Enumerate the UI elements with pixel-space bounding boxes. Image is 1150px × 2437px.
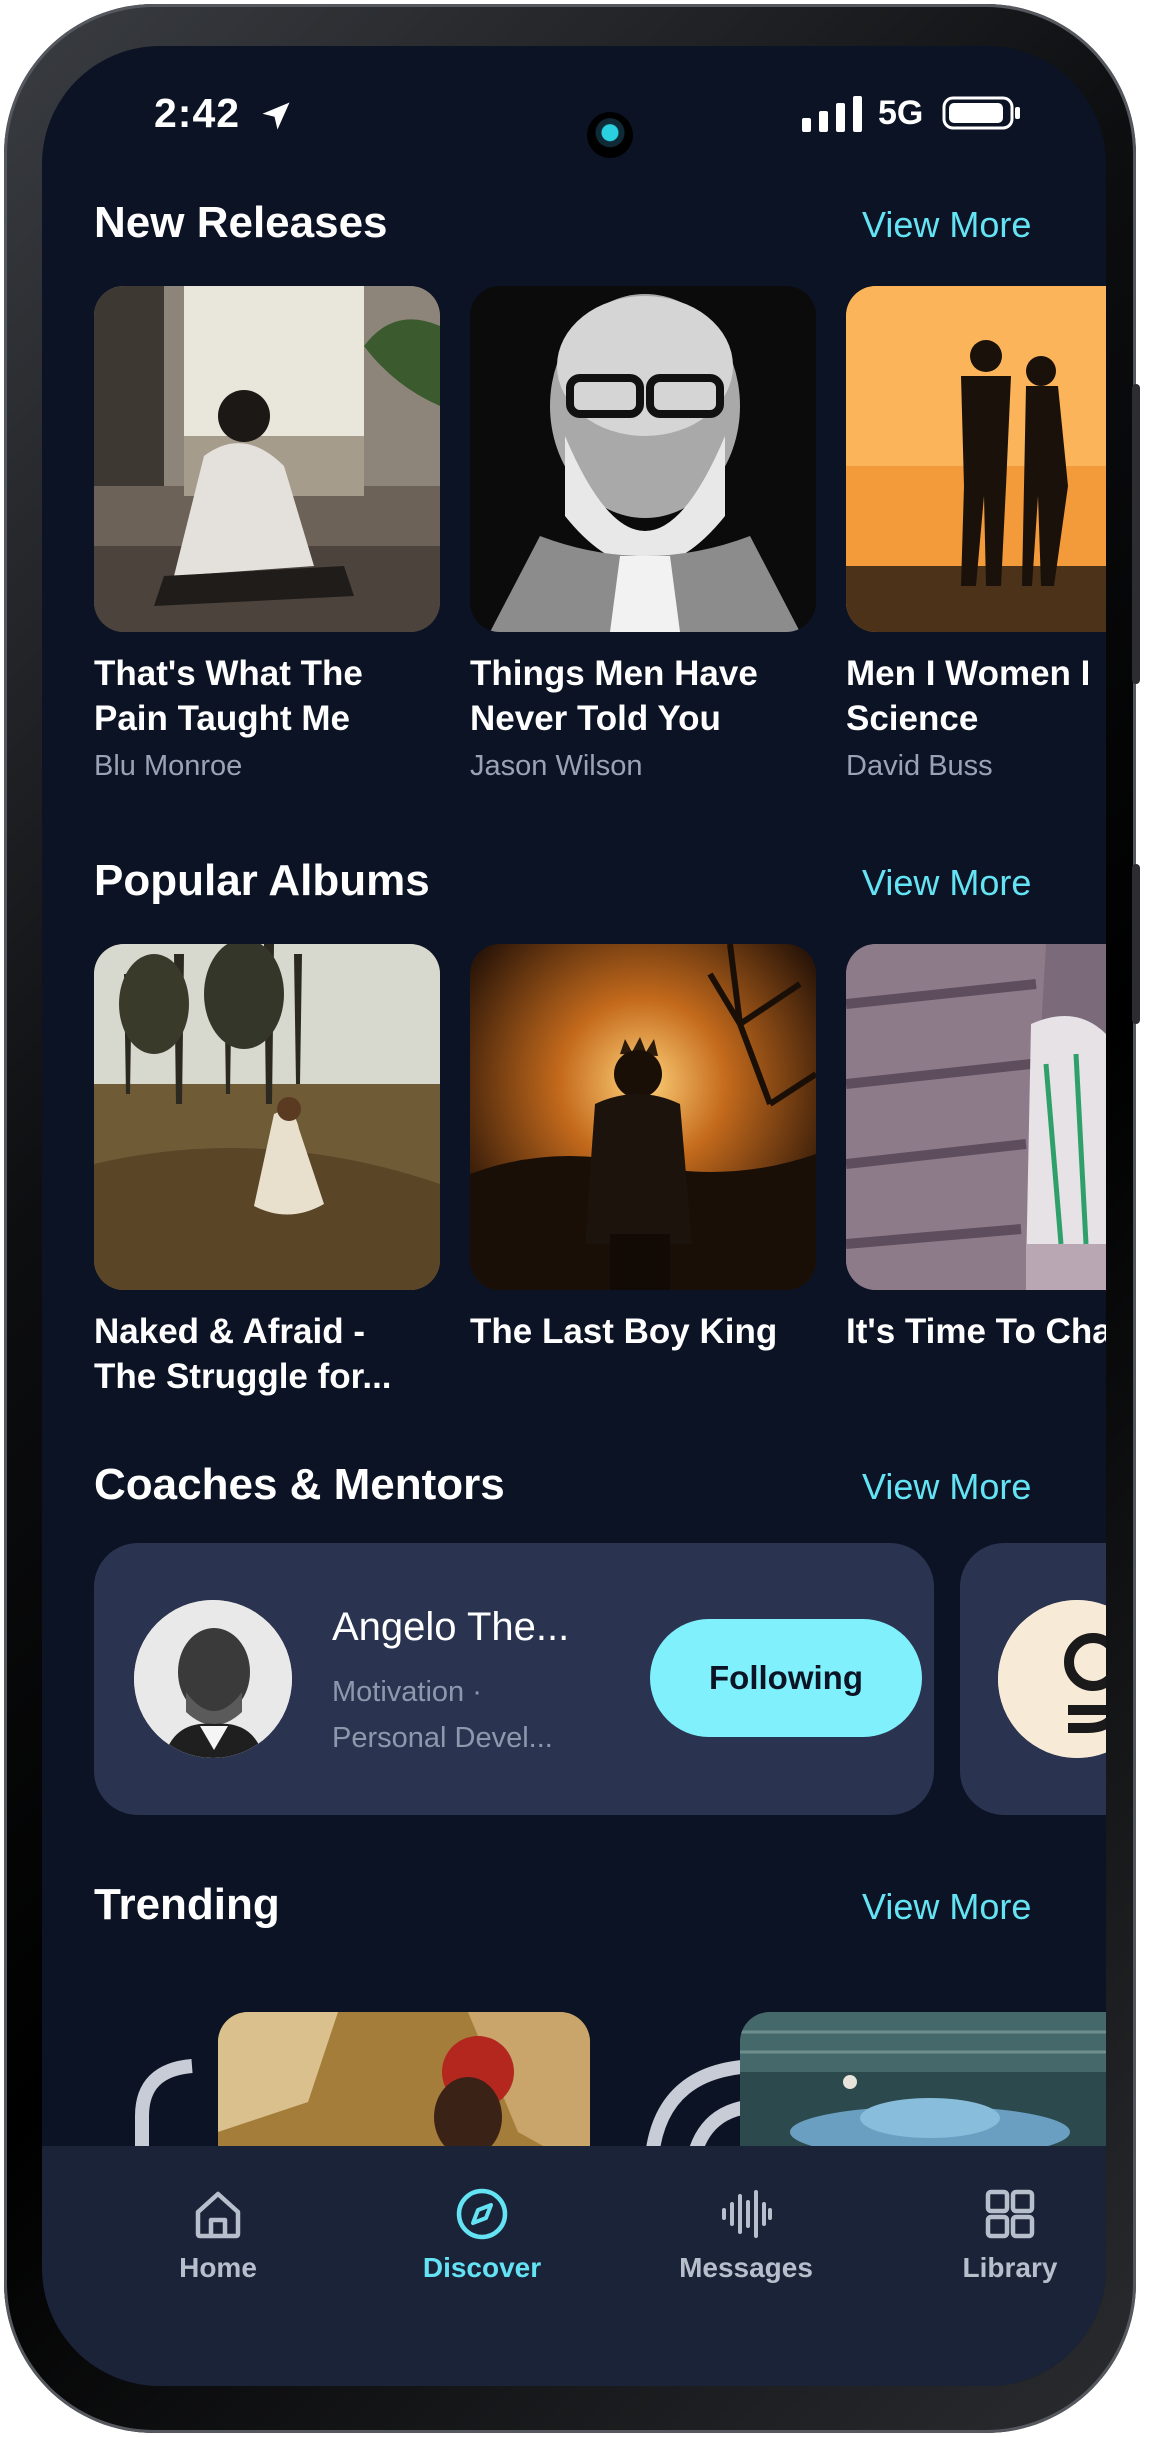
battery-icon (942, 96, 1020, 130)
avatar (998, 1600, 1106, 1758)
front-camera (587, 112, 633, 158)
coach-tags: Motivation · Personal Devel... (332, 1676, 553, 1754)
section-title-popular-albums: Popular Albums (94, 856, 430, 905)
view-more-coaches[interactable]: View More (862, 1466, 1031, 1508)
waveform-icon (722, 2190, 772, 2238)
section-title-coaches: Coaches & Mentors (94, 1460, 505, 1509)
tab-library-label: Library (962, 2252, 1058, 2283)
album-cover-3[interactable] (846, 944, 1106, 1290)
album-title-2: The Last Boy King (470, 1312, 778, 1351)
release-cover-1[interactable] (94, 286, 440, 632)
album-title-1: Naked & Afraid - The Struggle for... (94, 1312, 392, 1396)
side-button (1132, 384, 1140, 684)
release-title-1: That's What The Pain Taught Me (94, 654, 363, 738)
grid-icon (985, 2189, 1035, 2239)
coach-name: Angelo The... (332, 1605, 570, 1649)
home-icon (195, 2191, 241, 2239)
view-more-new-releases[interactable]: View More (862, 204, 1031, 246)
coach-card[interactable]: Angelo The... Motivation · Personal Deve… (94, 1543, 934, 1815)
tab-home[interactable]: Home (118, 2186, 318, 2306)
view-more-popular-albums[interactable]: View More (862, 862, 1031, 904)
status-time: 2:42 (154, 90, 241, 136)
following-button[interactable]: Following (650, 1619, 922, 1737)
avatar (134, 1600, 292, 1758)
release-cover-3[interactable] (846, 286, 1106, 632)
compass-icon (456, 2188, 508, 2240)
album-title-3: It's Time To Cha (846, 1312, 1106, 1351)
status-bar: 2:42 5G (42, 46, 1106, 186)
tab-messages-label: Messages (679, 2252, 813, 2283)
section-title-new-releases: New Releases (94, 198, 388, 247)
volume-button (1132, 864, 1140, 1024)
network-type: 5G (878, 94, 924, 132)
phone-frame: 2:42 5G New Releases View More That's Wh… (4, 4, 1140, 2433)
album-cover-2[interactable] (470, 944, 816, 1290)
tab-home-label: Home (179, 2252, 257, 2283)
album-cover-1[interactable] (94, 944, 440, 1290)
tab-discover[interactable]: Discover (382, 2186, 582, 2306)
release-title-3: Men I Women I Science (846, 654, 1091, 738)
release-title-2: Things Men Have Never Told You (470, 654, 758, 738)
coach-card-2[interactable] (960, 1543, 1106, 1815)
tab-messages[interactable]: Messages (646, 2186, 846, 2306)
view-more-trending[interactable]: View More (862, 1886, 1031, 1928)
section-title-trending: Trending (94, 1880, 280, 1929)
bottom-tab-bar: Home Discover Messages Library (42, 2146, 1106, 2386)
release-author-3: David Buss (846, 750, 993, 782)
release-author-2: Jason Wilson (470, 750, 643, 782)
location-arrow-icon (262, 102, 290, 130)
signal-bars-icon (802, 96, 862, 132)
release-cover-2[interactable] (470, 286, 816, 632)
tab-library[interactable]: Library (910, 2186, 1106, 2306)
app-screen: 2:42 5G New Releases View More That's Wh… (42, 46, 1106, 2386)
tab-discover-label: Discover (422, 2252, 542, 2283)
release-author-1: Blu Monroe (94, 750, 243, 782)
